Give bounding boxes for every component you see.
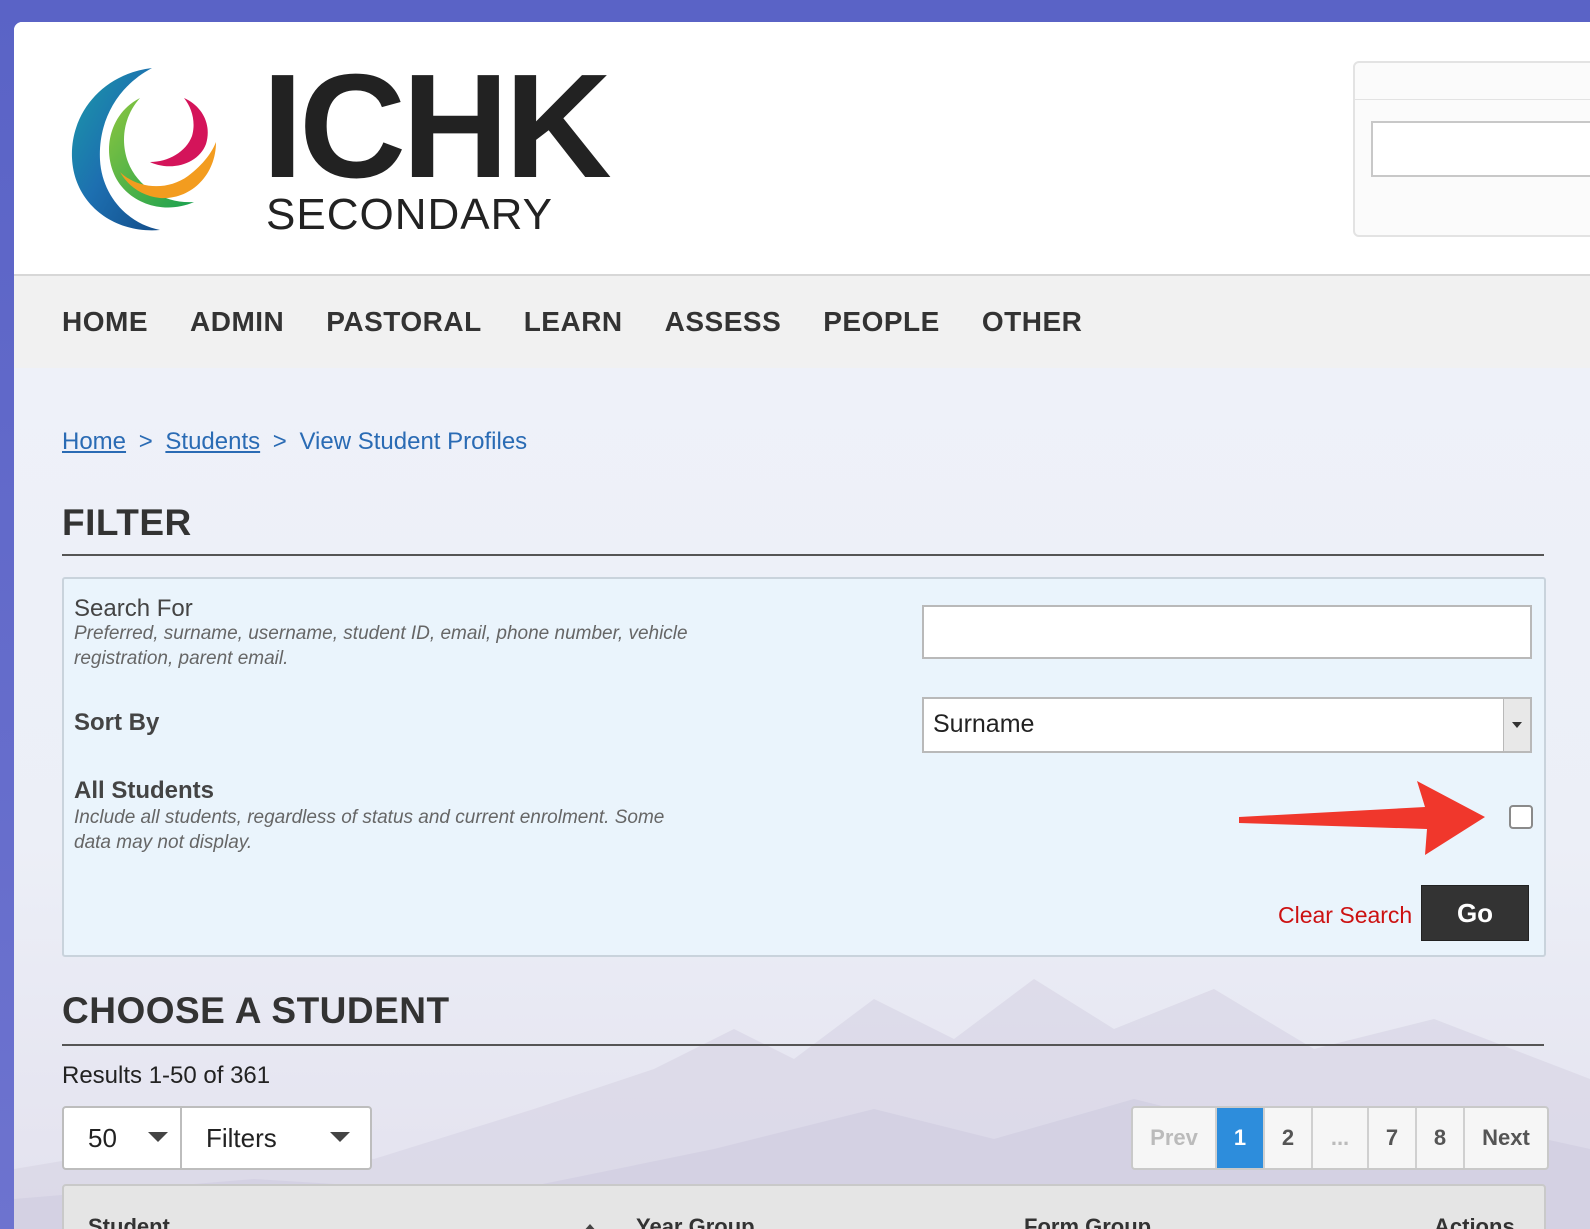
chevron-down-icon — [330, 1132, 350, 1142]
go-button[interactable]: Go — [1421, 885, 1529, 941]
pagination-prev[interactable]: Prev — [1133, 1108, 1217, 1168]
site-header: ICHK SECONDARY — [14, 22, 1590, 274]
choose-student-heading: CHOOSE A STUDENT — [62, 990, 450, 1031]
browser-window: ICHK SECONDARY HOME ADMIN PASTORAL LEARN… — [14, 22, 1590, 1229]
column-actions: Actions — [1434, 1214, 1515, 1229]
logo-subtitle: SECONDARY — [266, 190, 553, 239]
breadcrumb-students[interactable]: Students — [165, 428, 260, 455]
sort-ascending-icon[interactable] — [582, 1224, 598, 1229]
breadcrumb-current: View Student Profiles — [299, 428, 528, 455]
page-size-select[interactable]: 50 — [64, 1108, 182, 1168]
main-content: Home > Students > View Student Profiles … — [14, 368, 1590, 1229]
clear-search-link[interactable]: Clear Search — [1278, 902, 1412, 929]
chevron-down-icon[interactable] — [1503, 699, 1530, 751]
nav-pastoral[interactable]: PASTORAL — [326, 306, 481, 338]
pagination-ellipsis: ... — [1313, 1108, 1369, 1168]
search-for-description: Preferred, surname, username, student ID… — [74, 623, 688, 669]
ichk-logo-icon — [71, 68, 216, 231]
nav-assess[interactable]: ASSESS — [665, 306, 782, 338]
all-students-description: Include all students, regardless of stat… — [74, 807, 665, 853]
nav-other[interactable]: OTHER — [982, 306, 1083, 338]
pagination: Prev 1 2 ... 7 8 Next — [1131, 1106, 1549, 1170]
sort-by-value: Surname — [933, 710, 1035, 738]
nav-admin[interactable]: ADMIN — [190, 306, 284, 338]
breadcrumb: Home > Students > View Student Profiles — [62, 428, 527, 456]
header-search-input[interactable] — [1371, 121, 1590, 177]
students-table-header: Student Year Group Form Group Actions — [62, 1184, 1546, 1229]
pagination-page-7[interactable]: 7 — [1369, 1108, 1417, 1168]
all-students-checkbox[interactable] — [1509, 805, 1533, 829]
nav-learn[interactable]: LEARN — [524, 306, 623, 338]
filters-label: Filters — [206, 1122, 277, 1153]
pagination-page-8[interactable]: 8 — [1417, 1108, 1465, 1168]
pagination-next[interactable]: Next — [1465, 1108, 1547, 1168]
chevron-down-icon — [148, 1132, 168, 1142]
header-search-panel — [1353, 61, 1590, 237]
search-for-label: Search For — [74, 595, 193, 622]
choose-rule — [62, 1044, 1544, 1046]
main-nav: HOME ADMIN PASTORAL LEARN ASSESS PEOPLE … — [14, 274, 1590, 370]
nav-home[interactable]: HOME — [62, 306, 148, 338]
filters-dropdown[interactable]: Filters — [182, 1108, 370, 1168]
filter-form: Search For Preferred, surname, username,… — [62, 577, 1546, 957]
pagination-page-2[interactable]: 2 — [1265, 1108, 1313, 1168]
logo-wordmark: ICHK — [262, 44, 612, 209]
red-arrow-annotation — [1239, 781, 1485, 855]
column-form-group[interactable]: Form Group — [1024, 1214, 1151, 1229]
breadcrumb-separator: > — [138, 428, 153, 455]
all-students-label: All Students — [74, 777, 215, 804]
breadcrumb-home[interactable]: Home — [62, 428, 126, 455]
table-controls: 50 Filters — [62, 1106, 372, 1170]
sort-by-label: Sort By — [74, 709, 160, 736]
column-student[interactable]: Student — [88, 1214, 170, 1229]
column-year-group[interactable]: Year Group — [636, 1214, 755, 1229]
filter-heading: FILTER — [62, 502, 192, 543]
nav-people[interactable]: PEOPLE — [823, 306, 940, 338]
breadcrumb-separator: > — [272, 428, 287, 455]
pagination-page-1[interactable]: 1 — [1217, 1108, 1265, 1168]
panel-divider — [1355, 99, 1590, 100]
search-input[interactable] — [922, 605, 1532, 659]
page-size-value: 50 — [88, 1122, 117, 1153]
nav-items: HOME ADMIN PASTORAL LEARN ASSESS PEOPLE … — [62, 276, 1124, 368]
filter-rule — [62, 554, 1544, 556]
results-count: Results 1-50 of 361 — [62, 1062, 271, 1089]
sort-by-select[interactable]: Surname — [922, 697, 1532, 753]
